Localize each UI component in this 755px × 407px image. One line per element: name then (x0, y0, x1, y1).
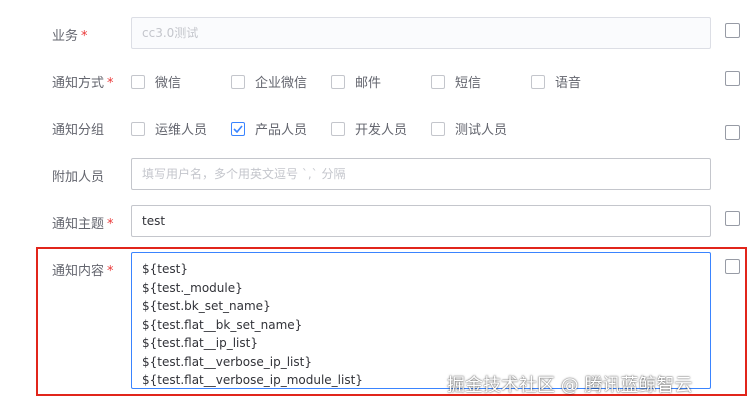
option-label: 产品人员 (255, 123, 308, 138)
business-field: cc3.0测试 (131, 17, 711, 49)
extra-users-label: 附加人员 (52, 170, 105, 185)
required-mark: * (107, 217, 114, 232)
business-label: 业务 * (52, 29, 88, 44)
required-mark: * (107, 264, 114, 279)
content-line: ${test.flat__ip_list} (142, 336, 258, 350)
content-label: 通知内容 * (52, 264, 114, 279)
business-value: cc3.0测试 (142, 26, 199, 40)
checkbox-icon[interactable] (531, 74, 545, 89)
extra-users-input[interactable]: 填写用户名，多个用英文逗号 `,` 分隔 (131, 158, 711, 190)
checkbox-icon[interactable] (131, 74, 145, 89)
content-line: ${test._module} (142, 280, 243, 295)
notify-method-wechat[interactable]: 微信 (131, 72, 181, 91)
row-checkbox-subject[interactable] (725, 211, 740, 226)
option-label: 测试人员 (455, 123, 508, 138)
content-line: ${test.flat__bk_set_name} (142, 317, 303, 332)
content-line: ${test} (142, 262, 188, 276)
required-mark: * (107, 76, 114, 91)
content-textarea[interactable]: ${test} ${test._module} ${test.bk_set_na… (131, 252, 711, 389)
checkbox-icon[interactable] (331, 74, 345, 89)
option-label: 微信 (155, 76, 182, 91)
extra-users-placeholder: 填写用户名，多个用英文逗号 `,` 分隔 (142, 167, 346, 181)
checkbox-icon[interactable] (231, 74, 245, 89)
row-checkbox-notify-group[interactable] (725, 125, 740, 140)
notify-group-label: 通知分组 (52, 123, 105, 138)
subject-input[interactable]: test (131, 205, 711, 237)
notify-group-dev[interactable]: 开发人员 (331, 119, 407, 138)
notify-group-ops[interactable]: 运维人员 (131, 119, 207, 138)
checkbox-checked-icon[interactable] (231, 121, 245, 136)
notify-method-sms[interactable]: 短信 (431, 72, 481, 91)
subject-value: test (142, 214, 166, 228)
option-label: 企业微信 (255, 76, 308, 91)
notify-group-test[interactable]: 测试人员 (431, 119, 507, 138)
checkbox-icon[interactable] (431, 121, 445, 136)
content-line: ${test.flat__verbose_ip_list} (142, 354, 312, 369)
required-mark: * (81, 29, 88, 44)
option-label: 短信 (455, 76, 482, 91)
content-line: ${test.bk_set_name} (142, 299, 271, 313)
option-label: 开发人员 (355, 123, 408, 138)
notify-method-enterprise-wechat[interactable]: 企业微信 (231, 72, 307, 91)
row-checkbox-content[interactable] (725, 259, 740, 274)
notify-group-product[interactable]: 产品人员 (231, 119, 307, 138)
checkbox-icon[interactable] (131, 121, 145, 136)
checkbox-icon[interactable] (431, 74, 445, 89)
option-label: 运维人员 (155, 123, 208, 138)
row-checkbox-notify-method[interactable] (725, 71, 740, 86)
watermark: 掘金技术社区 @ 腾讯蓝鲸智云 (447, 375, 693, 396)
notify-method-voice[interactable]: 语音 (531, 72, 581, 91)
notify-method-label: 通知方式 * (52, 76, 114, 91)
subject-label: 通知主题 * (52, 217, 114, 232)
row-checkbox-business[interactable] (725, 23, 740, 38)
option-label: 邮件 (355, 76, 382, 91)
checkmark-icon (233, 124, 243, 133)
notify-method-email[interactable]: 邮件 (331, 72, 381, 91)
option-label: 语音 (555, 76, 582, 91)
checkbox-icon[interactable] (331, 121, 345, 136)
